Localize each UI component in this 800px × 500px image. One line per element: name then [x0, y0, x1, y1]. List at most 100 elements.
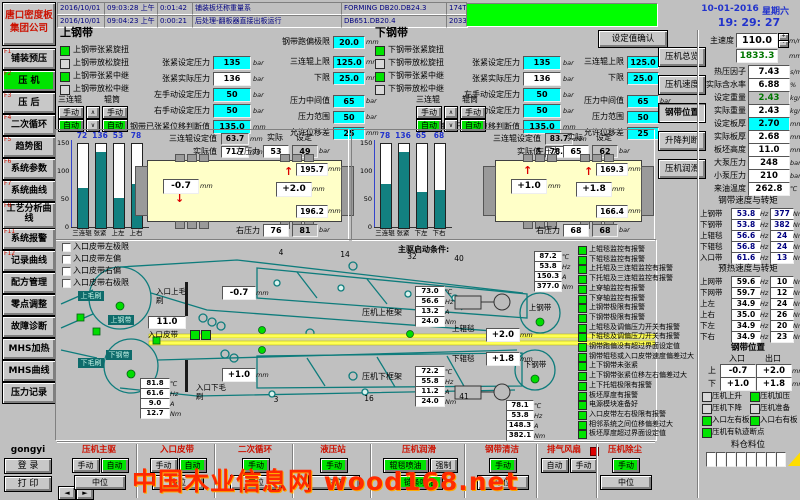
sec0-limit-value-0[interactable]: 20.0	[333, 36, 365, 49]
panel5-button-0[interactable]: 手动	[489, 458, 517, 473]
start-condition-led-9	[578, 333, 587, 342]
start-condition-label-12: 上下钢带未张紧	[589, 361, 699, 370]
sidebar-item-11[interactable]: 零点调整	[2, 294, 56, 316]
sec1-roller-up-button[interactable]: ∧	[444, 106, 458, 119]
start-condition-led-4	[578, 285, 587, 294]
sidebar-item-15[interactable]: 压力记录	[2, 382, 56, 404]
panel5-button2-0[interactable]: 中位	[477, 475, 529, 490]
belt-row-hz-unit-0: Hz	[760, 210, 768, 218]
preheat-row-nm-unit-1: Nm	[793, 289, 800, 297]
sec0-limit-label-0: 钢带跑偏极限	[236, 37, 330, 47]
rp-row-value-4[interactable]: 2.70	[748, 117, 790, 131]
sidebar-item-6[interactable]: 系统曲线F7	[2, 180, 56, 202]
sec0-drum-manual-button[interactable]: 手动	[102, 106, 128, 119]
sec0-limit-value-4[interactable]: 50	[333, 111, 365, 124]
panel1-button-1[interactable]: 自动	[179, 458, 207, 473]
status-led-2-0	[702, 416, 712, 426]
panel7-button-0[interactable]: 手动	[612, 458, 640, 473]
lower-carpet-unit-2: A	[445, 388, 449, 396]
sec1-limit-value-1[interactable]: 25.0	[627, 72, 659, 85]
sec0-band-bottom-value: 196.2	[296, 205, 328, 218]
sec1-field-label-0: 张紧设定压力	[396, 58, 520, 68]
panel6-button-0[interactable]: 自动	[541, 458, 569, 473]
preheat-row-nm-unit-0: Nm	[793, 278, 800, 286]
entry-check-label-2: 入口皮带右偏	[73, 266, 163, 275]
panel3-button-0[interactable]: 手动	[320, 458, 348, 473]
sidebar-item-9[interactable]: 记录曲线F12	[2, 250, 56, 272]
panel6-button-1[interactable]: 手动	[570, 458, 598, 473]
start-condition-led-19	[578, 430, 587, 439]
sidebar-item-10[interactable]: 配方管理	[2, 272, 56, 294]
silo-level-header: 料仓料位	[700, 440, 796, 450]
sidebar-item-14[interactable]: MHS曲线	[2, 360, 56, 382]
sec1-limit-value-2[interactable]: 65	[627, 95, 659, 108]
panel0-title: 压机主驱	[62, 445, 136, 455]
sec1-limit-value-3[interactable]: 50	[627, 111, 659, 124]
start-condition-led-17	[578, 411, 587, 420]
hmi-screen: 唐口密度板 集团公司 2016/10/0109:03:28 上午0:01:42铺…	[0, 0, 800, 500]
panel1-button2-0[interactable]: 中位	[152, 475, 204, 490]
sec1-limit-value-0[interactable]: 125.0	[627, 56, 659, 69]
panel7-button2-0[interactable]: 中位	[600, 475, 652, 490]
rp-row-label-5: 实际板厚	[698, 132, 746, 142]
sidebar-item-12[interactable]: 故障诊断	[2, 316, 56, 338]
sidebar-item-5[interactable]: 系统参数F6	[2, 158, 56, 180]
belt-position-in-0: -0.7	[720, 364, 756, 378]
panel3-button2-0[interactable]: 中位	[308, 475, 360, 490]
set-confirm-button[interactable]: 设定值确认	[598, 30, 668, 48]
panel0-button2-0[interactable]: 中位	[74, 475, 126, 490]
panel2-button-0[interactable]: 手动	[242, 458, 270, 473]
sec1-roller-manual-button[interactable]: 手动	[416, 106, 442, 119]
preheat-row-label-2: 上左	[700, 299, 730, 308]
belt-row-label-2: 上辊毯	[700, 231, 730, 240]
panel4-button2-0[interactable]: 链条喷油	[397, 475, 443, 490]
panel0-button-1[interactable]: 自动	[101, 458, 129, 473]
sidebar-item-3[interactable]: 二次循环F4	[2, 114, 56, 136]
sidebar-item-13[interactable]: MHS加热	[2, 338, 56, 360]
sec1-drum-manual-button[interactable]: 手动	[460, 106, 486, 119]
alarm-cell-duration-0: 0:01:42	[157, 2, 195, 15]
start-condition-label-7: 下钢带极限有报警	[589, 313, 699, 322]
panel-divider-1	[214, 444, 216, 498]
panel4-button-1[interactable]: 强制	[430, 458, 458, 473]
lower-drive-value-3: 382.1	[506, 430, 534, 441]
belt-row-label-4: 入口带	[700, 253, 730, 262]
sec0-limit-value-1[interactable]: 125.0	[333, 56, 365, 69]
sidebar-item-2[interactable]: 压 后F3	[2, 92, 56, 114]
status-led-label-0-1: 压机加压	[760, 391, 800, 401]
sidebar-item-7[interactable]: 工艺分析曲线F8	[2, 202, 56, 229]
panel0-button-0[interactable]: 手动	[72, 458, 100, 473]
sidebar-item-4[interactable]: 趋势图F5	[2, 136, 56, 158]
lower-carpet-unit-0: ℃	[445, 368, 452, 376]
rp-row-value-1: 6.88	[748, 78, 790, 92]
status-led-label-3-0: 压机有轨迹断点	[712, 427, 772, 437]
start-condition-led-5	[578, 295, 587, 304]
main-speed-spinner-down[interactable]: -	[778, 40, 789, 48]
sec1-led-3	[375, 85, 385, 95]
sec0-limit-value-2[interactable]: 25.0	[333, 72, 365, 85]
entry-check-0	[62, 243, 71, 252]
print-button[interactable]: 打 印	[4, 476, 52, 492]
panel4-button-0[interactable]: 辊毯喷油	[383, 458, 429, 473]
sidebar-item-8[interactable]: 系统报警F11	[2, 228, 56, 250]
main-speed-value[interactable]: 110.0	[736, 33, 778, 48]
sidebar-item-label: 系统参数	[11, 164, 47, 174]
sec0-field-label-1: 张紧实际压力	[86, 74, 210, 84]
sec0-drum-label: 辊筒	[104, 95, 128, 104]
sec0-roller-up-button[interactable]: ∧	[86, 106, 100, 119]
entry-check-label-3: 入口皮带右极限	[73, 278, 163, 287]
sidebar-item-1[interactable]: 压 机F2	[2, 70, 56, 92]
alarm-cell-time-0: 09:03:28 上午	[104, 2, 160, 15]
sidebar-item-0[interactable]: 铺装预压F1	[2, 48, 56, 70]
panel1-button-0[interactable]: 手动	[150, 458, 178, 473]
lower-carpet-offset-value: +1.8	[486, 352, 520, 366]
sidebar-item-label: 压 后	[18, 98, 39, 108]
start-condition-led-3	[578, 275, 587, 284]
panel2-button2-0[interactable]: 中位	[230, 475, 282, 490]
preheat-row-hz-unit-5: Hz	[760, 333, 768, 341]
sec0-limit-value-3[interactable]: 65	[333, 95, 365, 108]
main-speed-mms-value: 1833.3	[736, 49, 778, 63]
sec0-roller-manual-button[interactable]: 手动	[58, 106, 84, 119]
upper-carpet-offset-value: +2.0	[486, 328, 520, 342]
login-button[interactable]: 登 录	[4, 458, 52, 474]
